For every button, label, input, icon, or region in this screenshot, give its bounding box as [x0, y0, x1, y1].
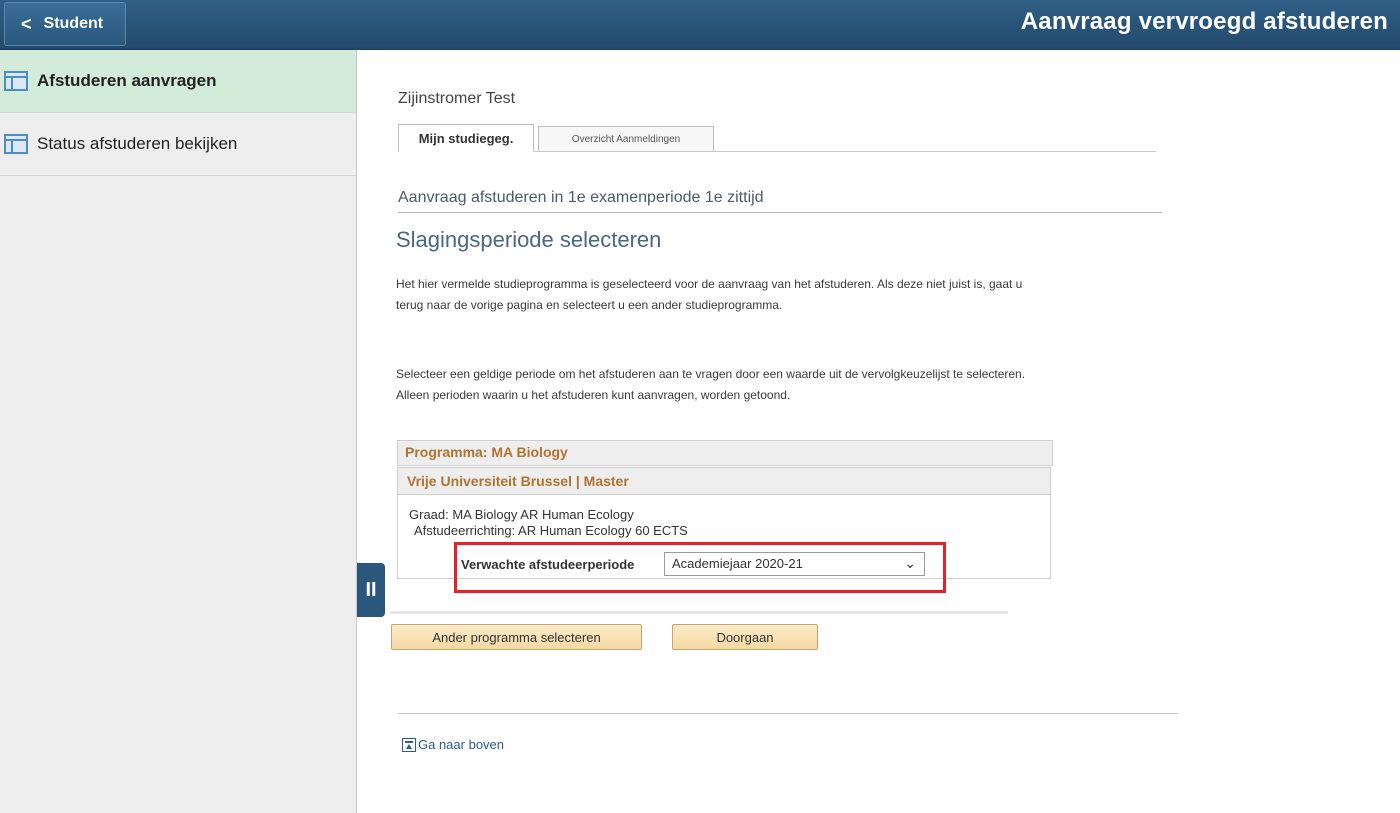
back-button-label: Student: [43, 15, 104, 32]
footer-divider: [398, 713, 1178, 714]
back-button[interactable]: < Student: [4, 2, 126, 46]
instruction-paragraph-2: Selecteer een geldige periode om het afs…: [396, 367, 1026, 402]
page-icon: [4, 71, 28, 91]
period-label: Verwachte afstudeerperiode: [461, 557, 635, 572]
institution-title: Vrije Universiteit Brussel | Master: [407, 473, 629, 489]
continue-button[interactable]: Doorgaan: [672, 624, 818, 650]
tab-divider: [534, 151, 1156, 152]
institution-header: Vrije Universiteit Brussel | Master: [398, 468, 1050, 495]
page-heading: Slagingsperiode selecteren: [396, 227, 662, 252]
instruction-paragraph-1: Het hier vermelde studieprogramma is ges…: [396, 277, 1023, 312]
chevron-left-icon: <: [21, 13, 32, 34]
chevron-down-icon: ⌄: [904, 555, 916, 571]
sidebar: Afstuderen aanvragen Status afstuderen b…: [0, 50, 357, 813]
collapse-sidebar-handle[interactable]: II: [357, 563, 385, 617]
app-root: < Student Aanvraag vervroegd afstuderen …: [0, 0, 1400, 813]
program-header: Programma: MA Biology: [397, 440, 1053, 466]
tab-mijn-studiegegevens[interactable]: Mijn studiegeg.: [398, 124, 534, 152]
tab-overzicht-aanmeldingen[interactable]: Overzicht Aanmeldingen: [538, 126, 714, 152]
section-divider: [398, 212, 1162, 213]
select-other-program-button[interactable]: Ander programma selecteren: [391, 624, 642, 650]
back-to-top-link[interactable]: Ga naar boven: [402, 737, 504, 752]
page-title: Aanvraag vervroegd afstuderen: [1020, 8, 1388, 35]
period-select-value: Academiejaar 2020-21: [672, 556, 803, 571]
degree-text: Graad: MA Biology AR Human Ecology: [409, 507, 634, 522]
sidebar-item-afstuderen-aanvragen[interactable]: Afstuderen aanvragen: [0, 50, 356, 113]
header-bar: < Student Aanvraag vervroegd afstuderen: [0, 0, 1400, 50]
sidebar-item-label: Afstuderen aanvragen: [37, 71, 217, 90]
section-title: Aanvraag afstuderen in 1e examenperiode …: [398, 189, 764, 206]
sidebar-item-status-afstuderen[interactable]: Status afstuderen bekijken: [0, 113, 356, 176]
page-icon: [4, 134, 28, 154]
sidebar-item-label: Status afstuderen bekijken: [37, 134, 238, 153]
user-name: Zijinstromer Test: [398, 90, 516, 107]
back-to-top-label: Ga naar boven: [418, 737, 505, 752]
specialization-text: Afstudeerrichting: AR Human Ecology 60 E…: [414, 523, 688, 538]
program-title: Programma: MA Biology: [405, 444, 568, 460]
pause-icon: II: [365, 578, 377, 601]
button-divider: [390, 611, 1008, 614]
back-to-top-icon: [402, 737, 416, 752]
period-select[interactable]: Academiejaar 2020-21 ⌄: [664, 552, 925, 576]
